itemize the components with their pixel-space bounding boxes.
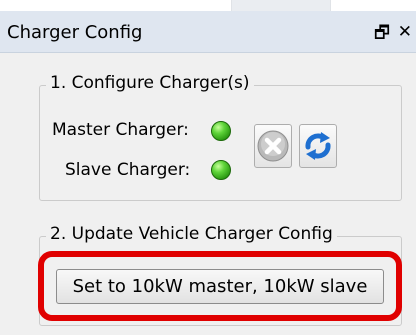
cancel-icon — [257, 130, 289, 162]
disconnect-button[interactable] — [254, 124, 292, 168]
slave-charger-label: Slave Charger: — [65, 160, 191, 180]
page: Charger Config 🗗 ✕ 1. Configure Charger(… — [0, 0, 416, 335]
configure-chargers-group — [39, 85, 402, 201]
red-highlight-box — [38, 251, 402, 321]
configure-chargers-title: 1. Configure Charger(s) — [46, 73, 254, 93]
refresh-button[interactable] — [299, 124, 337, 168]
master-charger-status-indicator — [211, 121, 231, 141]
close-icon[interactable]: ✕ — [398, 22, 412, 42]
refresh-icon — [305, 132, 331, 160]
master-charger-label: Master Charger: — [52, 120, 189, 140]
slave-charger-status-indicator — [211, 160, 231, 180]
float-window-icon[interactable]: 🗗 — [374, 23, 390, 43]
panel-title: Charger Config — [7, 22, 143, 43]
top-tab[interactable] — [231, 0, 331, 11]
panel-titlebar: Charger Config 🗗 ✕ — [0, 11, 416, 53]
update-vehicle-config-title: 2. Update Vehicle Charger Config — [46, 224, 337, 244]
